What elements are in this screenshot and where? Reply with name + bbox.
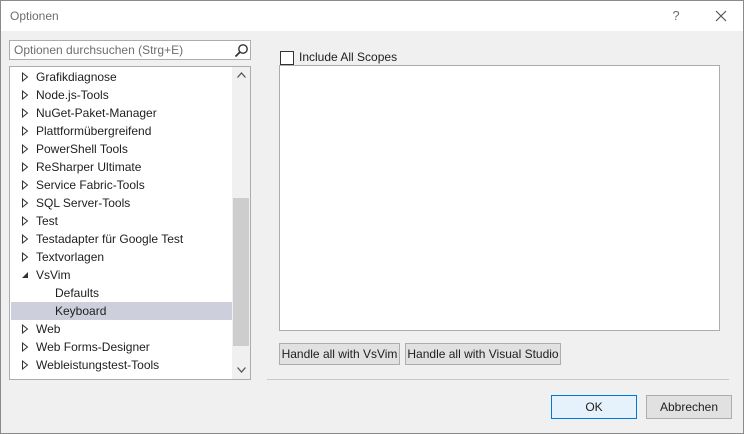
tree-item-label: Test	[36, 214, 59, 228]
tree-item[interactable]: Web Forms-Designer	[11, 338, 233, 356]
tree-item-label: ReSharper Ultimate	[36, 160, 142, 174]
tree-item-label: Node.js-Tools	[36, 88, 109, 102]
search-icon[interactable]	[234, 43, 249, 58]
tree-item[interactable]: Defaults	[11, 284, 233, 302]
tree-item[interactable]: Textvorlagen	[11, 248, 233, 266]
scroll-down-button[interactable]	[232, 362, 250, 379]
tree-item-label: Web Forms-Designer	[36, 340, 150, 354]
tree-item-label: Textvorlagen	[36, 250, 105, 264]
tree-item-label: Defaults	[55, 286, 100, 300]
triangle-right-icon[interactable]	[20, 180, 30, 190]
tree-item-label: Keyboard	[55, 304, 107, 318]
tree-item[interactable]: Plattformübergreifend	[11, 122, 233, 140]
include-all-scopes-label: Include All Scopes	[299, 50, 398, 64]
triangle-right-icon[interactable]	[20, 342, 30, 352]
options-dialog: Optionen ? Grafikdiagnose Node.js-Tools Nu…	[0, 0, 744, 434]
tree-item[interactable]: VsVim	[11, 266, 233, 284]
tree-item-label: NuGet-Paket-Manager	[36, 106, 157, 120]
chevron-down-icon	[236, 367, 246, 373]
tree-item-label: Web	[36, 322, 61, 336]
tree-item-label: PowerShell Tools	[36, 142, 128, 156]
ok-button[interactable]: OK	[551, 395, 637, 419]
handle-all-visual-studio-button[interactable]: Handle all with Visual Studio	[405, 343, 561, 365]
triangle-down-icon[interactable]	[20, 270, 30, 280]
scroll-thumb[interactable]	[233, 198, 249, 346]
tree-item-label: Grafikdiagnose	[36, 70, 117, 84]
tree-item-label: Testadapter für Google Test	[36, 232, 184, 246]
tree-item[interactable]: SQL Server-Tools	[11, 194, 233, 212]
search-input[interactable]	[10, 41, 230, 59]
tree-item[interactable]: Node.js-Tools	[11, 86, 233, 104]
triangle-right-icon[interactable]	[20, 108, 30, 118]
triangle-right-icon[interactable]	[20, 216, 30, 226]
tree-item-label: Plattformübergreifend	[36, 124, 152, 138]
triangle-right-icon[interactable]	[20, 324, 30, 334]
tree-item[interactable]: Service Fabric-Tools	[11, 176, 233, 194]
tree-item[interactable]: Test	[11, 212, 233, 230]
tree-item[interactable]: ReSharper Ultimate	[11, 158, 233, 176]
close-button[interactable]	[707, 5, 735, 27]
tree-scrollbar[interactable]	[232, 67, 250, 379]
triangle-right-icon[interactable]	[20, 126, 30, 136]
keyboard-bindings-list[interactable]	[279, 65, 720, 331]
triangle-right-icon[interactable]	[20, 252, 30, 262]
window-title: Optionen	[10, 9, 59, 23]
triangle-right-icon[interactable]	[20, 234, 30, 244]
cancel-button[interactable]: Abbrechen	[646, 395, 732, 419]
chevron-up-icon	[236, 72, 246, 78]
tree-item[interactable]: Grafikdiagnose	[11, 68, 233, 86]
triangle-right-icon[interactable]	[20, 198, 30, 208]
tree-item-label: VsVim	[36, 268, 71, 282]
tree-item-label: Webleistungstest-Tools	[36, 358, 160, 372]
triangle-right-icon[interactable]	[20, 162, 30, 172]
options-tree: Grafikdiagnose Node.js-Tools NuGet-Paket-M…	[9, 66, 251, 380]
triangle-right-icon[interactable]	[20, 72, 30, 82]
triangle-right-icon[interactable]	[20, 360, 30, 370]
include-all-scopes-checkbox[interactable]	[280, 51, 294, 65]
separator	[267, 379, 729, 380]
tree-item-label: Service Fabric-Tools	[36, 178, 145, 192]
close-icon	[715, 10, 727, 22]
title-bar: Optionen ?	[1, 1, 743, 31]
triangle-right-icon[interactable]	[20, 144, 30, 154]
tree-item[interactable]: Testadapter für Google Test	[11, 230, 233, 248]
handle-all-vsvim-button[interactable]: Handle all with VsVim	[279, 343, 400, 365]
tree-item[interactable]: PowerShell Tools	[11, 140, 233, 158]
help-button[interactable]: ?	[665, 5, 687, 27]
tree-item[interactable]: NuGet-Paket-Manager	[11, 104, 233, 122]
tree-item[interactable]: Webleistungstest-Tools	[11, 356, 233, 374]
scroll-up-button[interactable]	[232, 67, 250, 84]
triangle-right-icon[interactable]	[20, 90, 30, 100]
tree-item[interactable]: Keyboard	[11, 302, 233, 320]
tree-item-label: SQL Server-Tools	[36, 196, 131, 210]
tree-item[interactable]: Web	[11, 320, 233, 338]
search-box	[9, 40, 251, 60]
